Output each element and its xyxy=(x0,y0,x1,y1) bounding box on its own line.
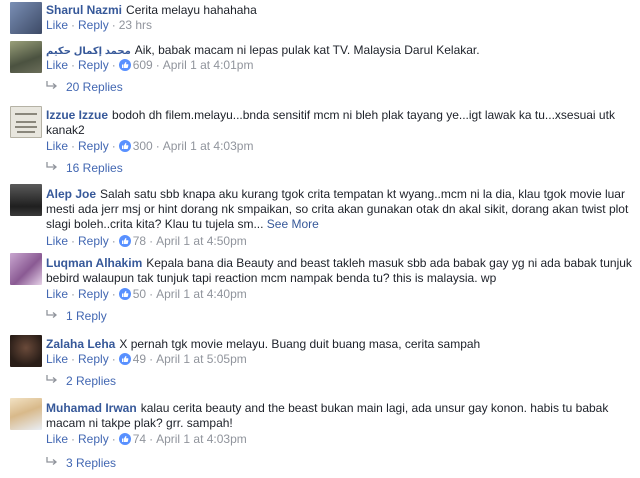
like-count[interactable]: 300 xyxy=(133,139,153,153)
comment-author[interactable]: Alep Joe xyxy=(46,187,96,201)
replies-count[interactable]: 1 Reply xyxy=(66,309,107,323)
thumbs-up-icon xyxy=(118,433,131,445)
avatar[interactable] xyxy=(10,398,42,430)
avatar[interactable] xyxy=(10,253,42,285)
comment-text: Aik, babak macam ni lepas pulak kat TV. … xyxy=(134,43,480,57)
timestamp[interactable]: April 1 at 4:01pm xyxy=(163,58,254,72)
like-count[interactable]: 74 xyxy=(133,432,146,446)
comment-text: bodoh dh filem.melayu...bnda sensitif mc… xyxy=(46,108,615,137)
view-replies-link[interactable]: 16 Replies xyxy=(46,161,123,175)
replies-count[interactable]: 2 Replies xyxy=(66,374,116,388)
like-count[interactable]: 50 xyxy=(133,287,146,301)
comment-author[interactable]: Zalaha Leha xyxy=(46,337,115,351)
reply-arrow-icon xyxy=(46,81,58,89)
comment-author[interactable]: Muhamad Irwan xyxy=(46,401,137,415)
comment-author[interactable]: Izzue Izzue xyxy=(46,108,108,122)
thumbs-up-icon xyxy=(118,59,131,71)
like-count[interactable]: 78 xyxy=(133,234,146,248)
timestamp[interactable]: April 1 at 4:03pm xyxy=(163,139,254,153)
reply-button[interactable]: Reply xyxy=(78,58,109,72)
like-button[interactable]: Like xyxy=(46,18,68,32)
reply-arrow-icon xyxy=(46,457,58,465)
thumbs-up-icon xyxy=(118,353,131,365)
timestamp[interactable]: 23 hrs xyxy=(119,18,152,32)
reply-arrow-icon xyxy=(46,375,58,383)
like-button[interactable]: Like xyxy=(46,432,68,446)
reply-arrow-icon xyxy=(46,162,58,170)
timestamp[interactable]: April 1 at 4:03pm xyxy=(156,432,247,446)
like-button[interactable]: Like xyxy=(46,352,68,366)
comment-text: Cerita melayu hahahaha xyxy=(126,3,257,17)
replies-count[interactable]: 20 Replies xyxy=(66,80,123,94)
reply-button[interactable]: Reply xyxy=(78,352,109,366)
comment-author[interactable]: محمد إكمال حكيم xyxy=(46,46,131,57)
like-count[interactable]: 49 xyxy=(133,352,146,366)
timestamp[interactable]: April 1 at 4:40pm xyxy=(156,287,247,301)
replies-count[interactable]: 3 Replies xyxy=(66,456,116,470)
avatar[interactable] xyxy=(10,184,42,216)
avatar[interactable] xyxy=(10,2,42,34)
comment-text: X pernah tgk movie melayu. Buang duit bu… xyxy=(119,337,481,351)
avatar[interactable] xyxy=(10,41,42,73)
reply-arrow-icon xyxy=(46,310,58,318)
view-replies-link[interactable]: 3 Replies xyxy=(46,456,116,470)
see-more-link[interactable]: See More xyxy=(267,217,319,231)
like-count[interactable]: 609 xyxy=(133,58,153,72)
timestamp[interactable]: April 1 at 4:50pm xyxy=(156,234,247,248)
reply-button[interactable]: Reply xyxy=(78,139,109,153)
avatar[interactable] xyxy=(10,106,42,138)
view-replies-link[interactable]: 1 Reply xyxy=(46,309,107,323)
replies-count[interactable]: 16 Replies xyxy=(66,161,123,175)
thumbs-up-icon xyxy=(118,235,131,247)
avatar[interactable] xyxy=(10,335,42,367)
comment-author[interactable]: Luqman Alhakim xyxy=(46,256,142,270)
like-button[interactable]: Like xyxy=(46,287,68,301)
like-button[interactable]: Like xyxy=(46,234,68,248)
timestamp[interactable]: April 1 at 5:05pm xyxy=(156,352,247,366)
reply-button[interactable]: Reply xyxy=(78,234,109,248)
thumbs-up-icon xyxy=(118,140,131,152)
reply-button[interactable]: Reply xyxy=(78,18,109,32)
thumbs-up-icon xyxy=(118,288,131,300)
comment-author[interactable]: Sharul Nazmi xyxy=(46,3,122,17)
comment-text: Salah satu sbb knapa aku kurang tgok cri… xyxy=(46,187,629,231)
view-replies-link[interactable]: 20 Replies xyxy=(46,80,123,94)
reply-button[interactable]: Reply xyxy=(78,432,109,446)
like-button[interactable]: Like xyxy=(46,58,68,72)
like-button[interactable]: Like xyxy=(46,139,68,153)
reply-button[interactable]: Reply xyxy=(78,287,109,301)
view-replies-link[interactable]: 2 Replies xyxy=(46,374,116,388)
